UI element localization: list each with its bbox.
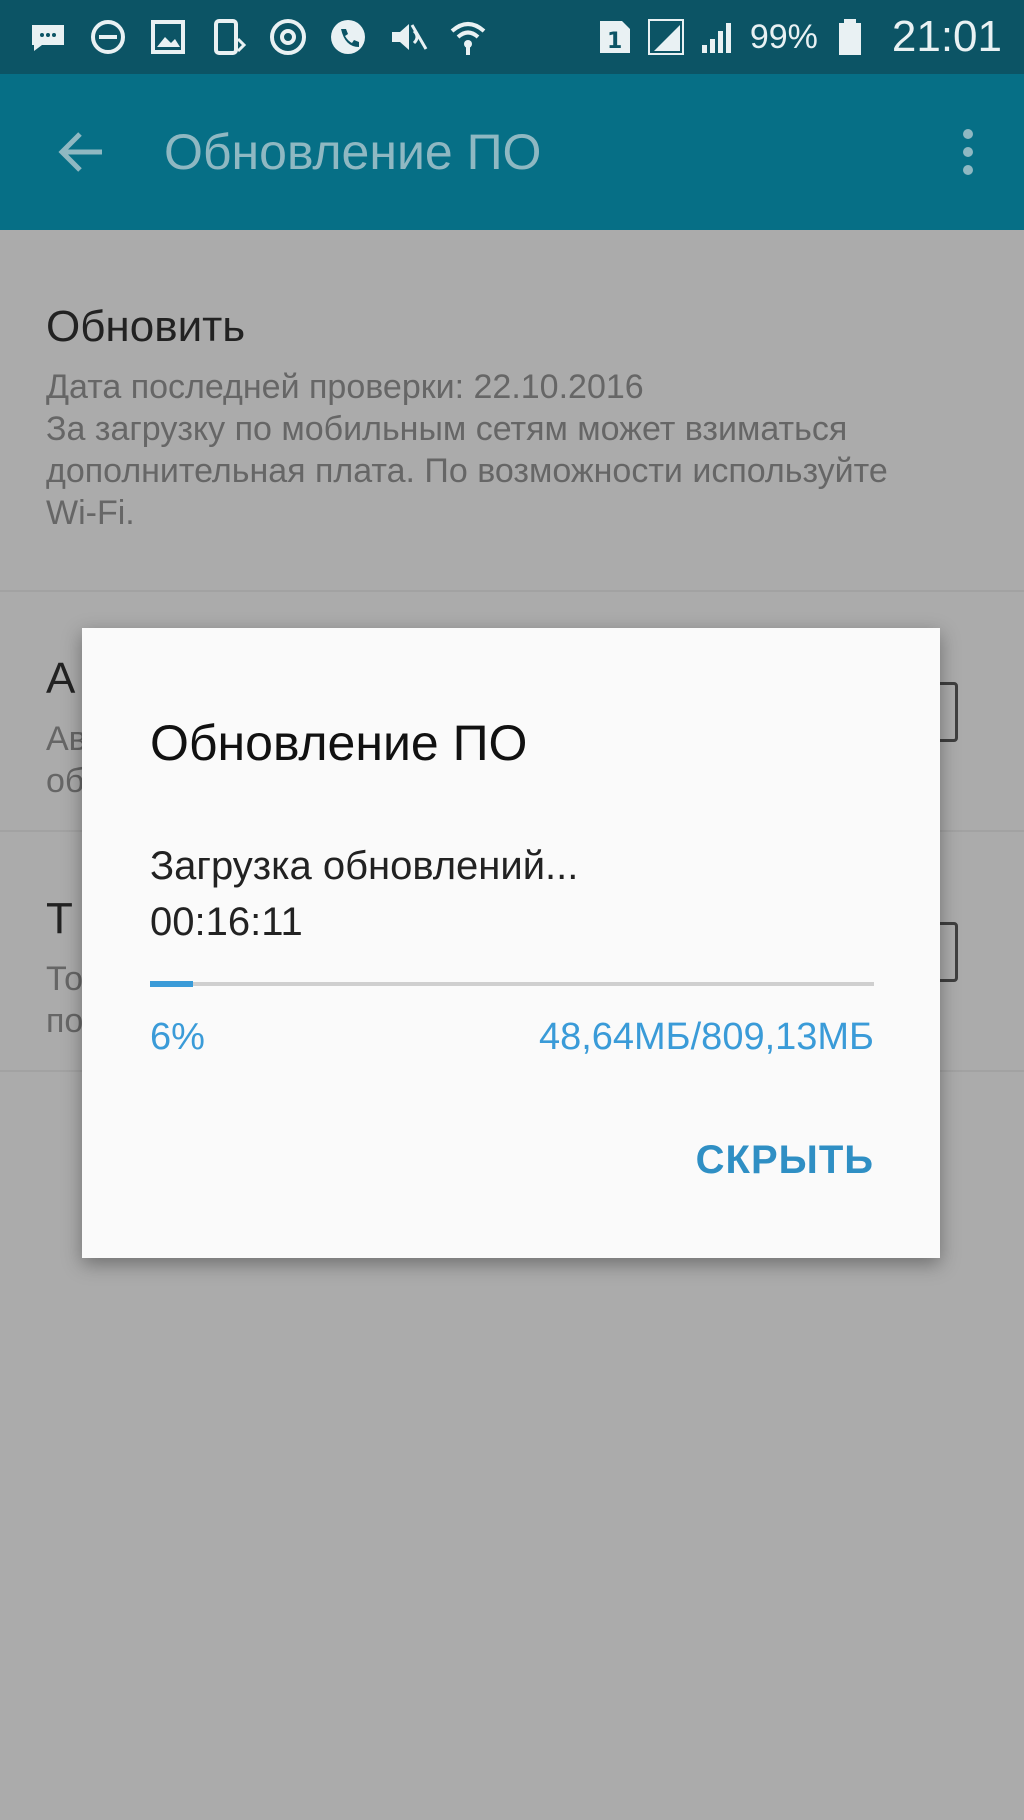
call-icon [328, 17, 368, 57]
dialog-message: Загрузка обновлений... [150, 844, 579, 888]
more-vert-icon [963, 129, 973, 175]
dialog-title: Обновление ПО [150, 715, 528, 771]
clock: 21:01 [891, 12, 1002, 61]
progress-percent: 6% [150, 1016, 205, 1058]
elapsed-time: 00:16:11 [150, 900, 303, 944]
wifi-icon [448, 17, 488, 57]
progress-bar [150, 981, 874, 987]
mute-icon [388, 17, 428, 57]
image-icon [148, 17, 188, 57]
signal-icon [646, 17, 686, 57]
battery-percent: 99% [749, 17, 818, 56]
page-title: Обновление ПО [164, 124, 542, 180]
signal-icon [698, 17, 738, 57]
message-icon [28, 17, 68, 57]
setting-title: Т [46, 894, 73, 943]
svg-text:1: 1 [607, 29, 622, 54]
sim1-icon: 1 [594, 17, 634, 57]
battery-icon [830, 17, 870, 57]
at-icon [268, 17, 308, 57]
more-options-button[interactable] [948, 117, 988, 187]
app-bar: Обновление ПО [0, 74, 1024, 230]
system-icons: 1 99% 21:01 [594, 12, 1002, 62]
download-dialog: Обновление ПО Загрузка обновлений... 00:… [82, 628, 940, 1258]
progress-fill [150, 981, 194, 987]
hide-button[interactable]: СКРЫТЬ [696, 1138, 874, 1183]
back-button[interactable] [52, 122, 112, 182]
download-size: 48,64МБ/809,13МБ [538, 1016, 874, 1058]
do-not-disturb-icon [88, 17, 128, 57]
setting-update[interactable]: Обновить Дата последней проверки: 22.10.… [0, 230, 1024, 592]
setting-title: Обновить [46, 302, 246, 351]
setting-title: А [46, 654, 76, 703]
phone-sync-icon [208, 17, 248, 57]
status-bar: 1 99% 21:01 [0, 0, 1024, 74]
setting-description: Дата последней проверки: 22.10.2016 За з… [46, 368, 888, 532]
notification-icons [28, 17, 488, 57]
arrow-left-icon [58, 132, 102, 172]
